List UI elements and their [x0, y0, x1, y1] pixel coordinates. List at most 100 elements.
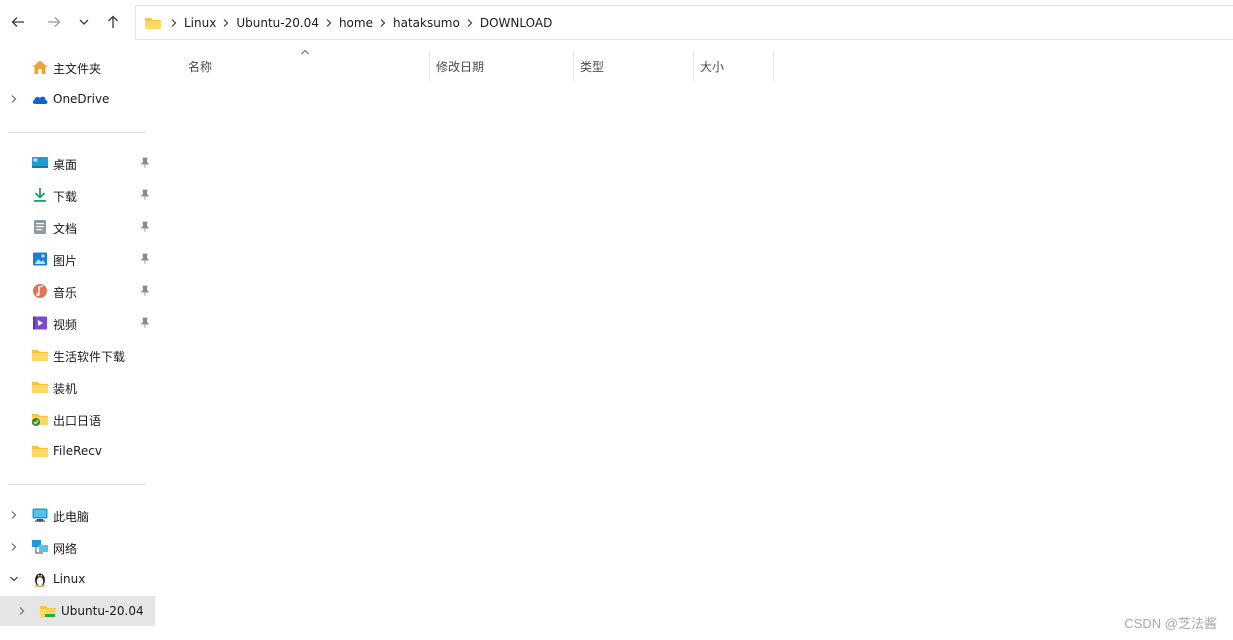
- linux-penguin-icon: [34, 573, 46, 587]
- pin-icon[interactable]: [139, 221, 151, 233]
- sidebar-item-label: Ubuntu-20.04: [61, 604, 144, 618]
- sidebar-item-pictures[interactable]: 图片: [0, 244, 155, 274]
- sidebar-item-folder[interactable]: 出口日语: [0, 404, 155, 434]
- chevron-right-icon[interactable]: [319, 18, 339, 28]
- forward-button[interactable]: [43, 11, 65, 33]
- chevron-down-icon[interactable]: [8, 573, 20, 585]
- chevron-right-icon[interactable]: [8, 541, 20, 553]
- column-resize-handle[interactable]: [573, 51, 574, 81]
- breadcrumb-item[interactable]: home: [339, 16, 393, 30]
- breadcrumb-item[interactable]: Ubuntu-20.04: [236, 16, 339, 30]
- column-label: 名称: [188, 59, 213, 74]
- pin-icon[interactable]: [139, 157, 151, 169]
- breadcrumb-item-current[interactable]: DOWNLOAD: [480, 16, 552, 30]
- arrow-right-icon: [48, 17, 61, 27]
- sidebar-divider: [8, 484, 146, 485]
- sidebar-item-documents[interactable]: 文档: [0, 212, 155, 242]
- download-icon: [34, 188, 46, 202]
- chevron-right-icon[interactable]: [8, 93, 20, 105]
- sidebar-item-label: 视频: [53, 318, 78, 332]
- sidebar-item-home[interactable]: 主文件夹: [0, 52, 155, 82]
- sidebar-item-videos[interactable]: 视频: [0, 308, 155, 338]
- breadcrumb-label[interactable]: hataksumo: [393, 16, 460, 30]
- arrow-up-icon: [108, 15, 118, 28]
- sidebar-item-ubuntu[interactable]: Ubuntu-20.04: [0, 596, 155, 626]
- column-header-date[interactable]: 修改日期: [436, 51, 484, 81]
- network-icon: [32, 540, 48, 554]
- navigation-bar: Linux Ubuntu-20.04 home hataksumo DOWNLO…: [0, 0, 1233, 46]
- column-header-type[interactable]: 类型: [580, 51, 604, 81]
- folder-icon: [32, 382, 48, 393]
- sidebar-item-linux[interactable]: Linux: [0, 564, 155, 594]
- sidebar-item-label: 桌面: [53, 158, 78, 172]
- pin-icon[interactable]: [139, 317, 151, 329]
- video-icon: [33, 316, 47, 330]
- sidebar-item-label: 装机: [53, 382, 78, 396]
- breadcrumb-label[interactable]: home: [339, 16, 373, 30]
- sidebar-item-label: OneDrive: [53, 92, 110, 106]
- sidebar-divider: [8, 132, 146, 133]
- sidebar-item-label: 音乐: [53, 286, 78, 300]
- up-button[interactable]: [102, 11, 124, 33]
- sidebar-item-label: 此电脑: [53, 510, 90, 524]
- sidebar-item-label: 网络: [53, 542, 78, 556]
- folder-synced-icon: [32, 414, 48, 426]
- cloud-icon: [32, 96, 48, 104]
- sidebar-item-label: Linux: [53, 572, 86, 586]
- breadcrumb-item[interactable]: Linux: [184, 16, 236, 30]
- back-button[interactable]: [7, 11, 29, 33]
- column-header-name[interactable]: 名称: [188, 51, 212, 81]
- folder-icon: [145, 17, 161, 29]
- chevron-right-icon[interactable]: [460, 18, 480, 28]
- chevron-right-icon[interactable]: [216, 18, 236, 28]
- sidebar-item-onedrive[interactable]: OneDrive: [0, 84, 155, 114]
- sidebar-item-label: 文档: [53, 222, 78, 236]
- column-resize-handle[interactable]: [429, 51, 430, 81]
- recent-locations-button[interactable]: [73, 11, 95, 33]
- sidebar-item-music[interactable]: 音乐: [0, 276, 155, 306]
- pin-icon[interactable]: [139, 253, 151, 265]
- chevron-right-icon: [164, 18, 184, 28]
- sidebar-item-network[interactable]: 网络: [0, 532, 155, 562]
- folder-icon: [32, 446, 48, 457]
- sort-ascending-icon: [301, 49, 309, 55]
- chevron-right-icon[interactable]: [8, 509, 20, 521]
- breadcrumb-label[interactable]: Linux: [184, 16, 216, 30]
- column-label: 大小: [700, 59, 725, 74]
- chevron-down-icon: [79, 19, 89, 25]
- home-icon: [32, 60, 48, 74]
- sidebar-item-folder[interactable]: FileRecv: [0, 436, 155, 466]
- sidebar-item-label: FileRecv: [53, 444, 102, 458]
- sidebar-item-label: 生活软件下载: [53, 350, 126, 364]
- breadcrumb-root[interactable]: [164, 18, 184, 28]
- address-bar[interactable]: Linux Ubuntu-20.04 home hataksumo DOWNLO…: [135, 5, 1233, 40]
- column-label: 类型: [580, 59, 605, 74]
- sidebar-item-label: 出口日语: [53, 414, 102, 428]
- sidebar-item-this-pc[interactable]: 此电脑: [0, 500, 155, 530]
- breadcrumb-label[interactable]: DOWNLOAD: [480, 16, 552, 30]
- sidebar-item-label: 下载: [53, 190, 78, 204]
- document-icon: [34, 220, 46, 234]
- file-list[interactable]: 名称 修改日期 类型 大小: [157, 46, 1233, 640]
- column-header-size[interactable]: 大小: [700, 51, 724, 81]
- navigation-pane: 主文件夹 OneDrive 桌面 下载 文档 图片 音乐 视频 生活软件下载 装…: [0, 46, 157, 640]
- watermark: CSDN @芝法酱: [1124, 616, 1217, 631]
- breadcrumb-item[interactable]: hataksumo: [393, 16, 480, 30]
- pin-icon[interactable]: [139, 285, 151, 297]
- chevron-right-icon[interactable]: [16, 605, 28, 617]
- arrow-left-icon: [11, 17, 24, 27]
- sidebar-item-desktop[interactable]: 桌面: [0, 148, 155, 178]
- chevron-right-icon[interactable]: [373, 18, 393, 28]
- column-label: 修改日期: [436, 59, 485, 74]
- desktop-icon: [32, 157, 48, 168]
- pictures-icon: [33, 252, 47, 266]
- column-resize-handle[interactable]: [773, 51, 774, 81]
- sidebar-item-folder[interactable]: 装机: [0, 372, 155, 402]
- music-icon: [33, 284, 47, 298]
- sidebar-item-folder[interactable]: 生活软件下载: [0, 340, 155, 370]
- pin-icon[interactable]: [139, 189, 151, 201]
- breadcrumb-label[interactable]: Ubuntu-20.04: [236, 16, 319, 30]
- folder-icon: [40, 606, 56, 617]
- column-resize-handle[interactable]: [693, 51, 694, 81]
- sidebar-item-downloads[interactable]: 下载: [0, 180, 155, 210]
